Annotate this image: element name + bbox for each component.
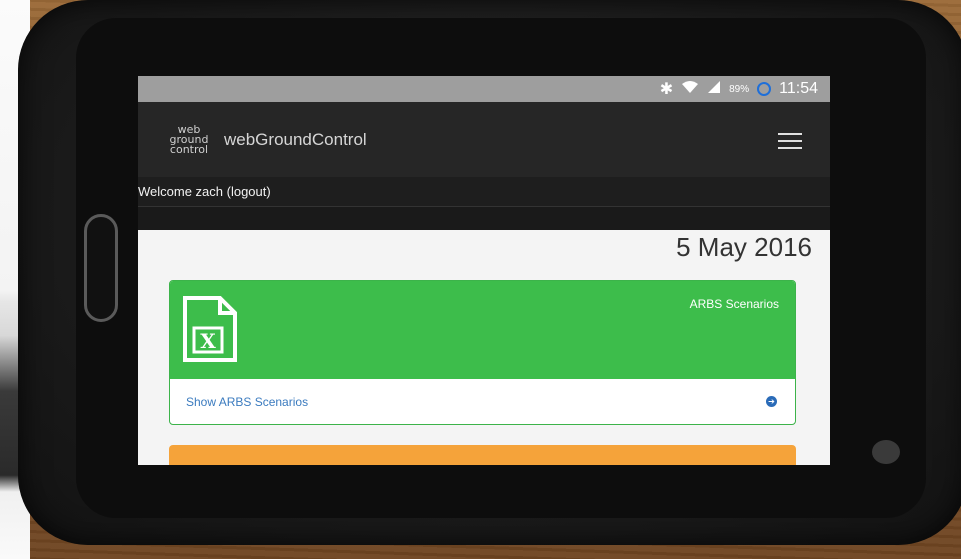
navbar: web ground control webGroundControl [138,102,830,177]
phone-sensor [872,440,900,464]
panel-heading: X ARBS Scenarios [170,281,795,379]
logo-line-control: control [169,142,209,156]
hamburger-bar [778,140,802,142]
site-logo[interactable]: web ground control [166,124,212,156]
bluetooth-icon: ✱ [659,81,674,98]
hamburger-menu-icon[interactable] [778,133,802,149]
welcome-bar: Welcome zach (logout) [138,177,830,207]
panel-title: ARBS Scenarios [689,297,779,311]
panel-footer-label: Show ARBS Scenarios [186,394,309,409]
signal-icon [707,80,721,99]
arbs-scenarios-panel: X ARBS Scenarios Show ARBS Scenarios ➔ [169,280,796,425]
clock: 11:54 [779,80,818,97]
phone-screen: ✱ 89% 11:54 web ground control webGround… [138,76,830,465]
battery-percent: 89% [729,83,750,95]
main-content: 5 May 2016 X ARBS Scenarios Show ARBS Sc… [138,230,830,465]
date-heading: 5 May 2016 [676,232,812,262]
hamburger-bar [778,133,802,135]
hamburger-bar [778,147,802,149]
excel-file-icon: X [182,295,238,368]
brand-link[interactable]: webGroundControl [224,130,367,150]
file-icon-letter: X [200,329,216,353]
wifi-icon [681,80,699,99]
welcome-text[interactable]: Welcome zach (logout) [138,184,271,199]
status-bar: ✱ 89% 11:54 [138,76,830,102]
second-panel-heading [169,445,796,465]
arrow-circle-right-icon: ➔ [766,396,777,407]
home-button[interactable] [84,214,118,322]
battery-icon [757,82,772,96]
show-arbs-scenarios-link[interactable]: Show ARBS Scenarios ➔ [170,379,795,424]
